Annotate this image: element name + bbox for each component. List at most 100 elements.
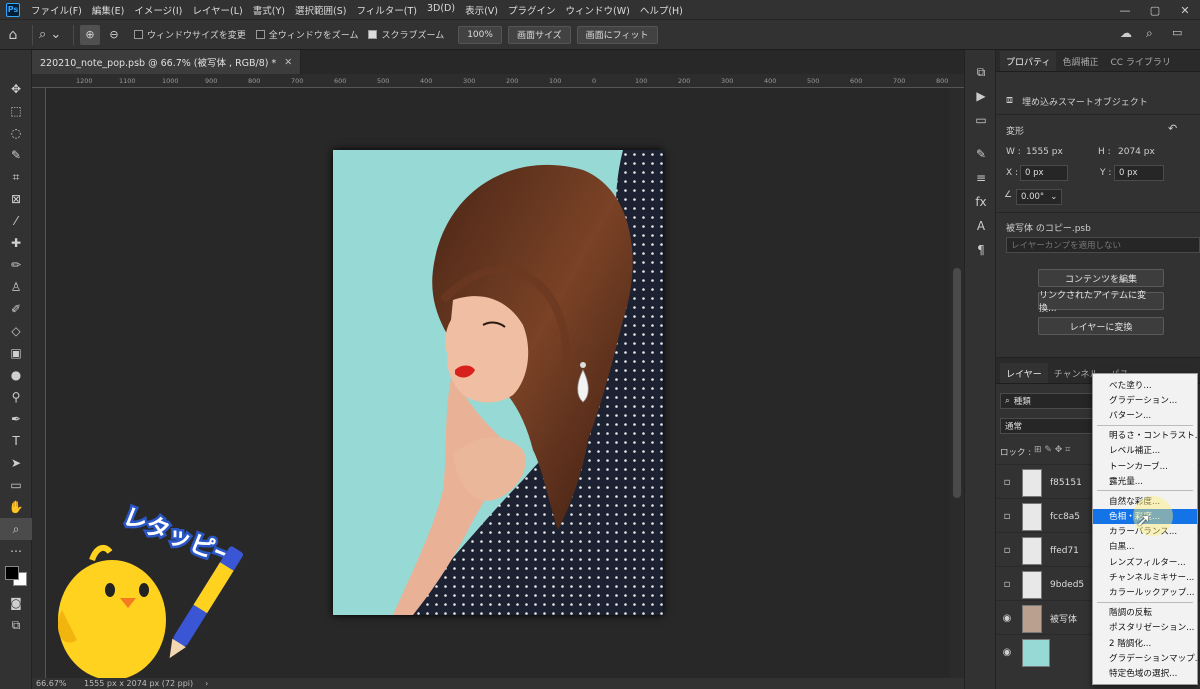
- menu-item[interactable]: レイヤー(L): [187, 3, 247, 17]
- screen-mode-icon[interactable]: ⧉: [0, 614, 32, 636]
- zoom-100-button[interactable]: 100%: [458, 25, 502, 44]
- paragraph-panel-icon[interactable]: ¶: [965, 238, 997, 262]
- menu-item[interactable]: 表示(V): [460, 3, 503, 17]
- adjustment-menu-item[interactable]: レベル補正...: [1093, 443, 1197, 458]
- tab-properties[interactable]: プロパティ: [1000, 51, 1057, 71]
- brush-settings-icon[interactable]: ✎: [965, 142, 997, 166]
- adjustment-menu-item[interactable]: 白黒...: [1093, 539, 1197, 554]
- x-position-field[interactable]: 0 px: [1020, 165, 1068, 181]
- menu-item[interactable]: 編集(E): [87, 3, 129, 17]
- eraser-tool-icon[interactable]: ◇: [0, 320, 32, 342]
- workspace-icon[interactable]: ▭: [1172, 26, 1182, 39]
- color-swatches[interactable]: [0, 562, 31, 592]
- zoom-tool-preset-icon[interactable]: ⌕ ⌄: [39, 27, 67, 42]
- zoom-level[interactable]: 66.67%: [32, 679, 84, 688]
- scrollbar-thumb[interactable]: [953, 268, 961, 498]
- edit-contents-button[interactable]: コンテンツを編集: [1038, 269, 1164, 287]
- path-selection-tool-icon[interactable]: ➤: [0, 452, 32, 474]
- type-tool-icon[interactable]: T: [0, 430, 32, 452]
- adjustment-menu-item[interactable]: 明るさ・コントラスト...: [1093, 428, 1200, 443]
- menu-item[interactable]: フィルター(T): [351, 3, 422, 17]
- fit-screen-button[interactable]: 画面にフィット: [576, 25, 658, 44]
- minimize-button[interactable]: —: [1110, 0, 1140, 20]
- crop-tool-icon[interactable]: ⌗: [0, 166, 32, 188]
- lasso-tool-icon[interactable]: ◌: [0, 122, 32, 144]
- dodge-tool-icon[interactable]: ⚲: [0, 386, 32, 408]
- vertical-scrollbar[interactable]: [950, 88, 964, 678]
- adjustment-menu-item[interactable]: チャンネルミキサー...: [1093, 569, 1197, 584]
- y-position-field[interactable]: 0 px: [1114, 165, 1164, 181]
- adjustment-menu-item[interactable]: 階調の反転: [1093, 605, 1197, 620]
- eyedropper-tool-icon[interactable]: ⁄: [0, 210, 32, 232]
- more-tools-icon[interactable]: ⋯: [0, 540, 32, 562]
- tab-adjustments[interactable]: 色調補正: [1056, 51, 1104, 71]
- blend-mode-select[interactable]: 通常: [1000, 418, 1094, 434]
- lock-icons[interactable]: ⊞ ✎ ✥ ⌗: [1034, 445, 1070, 455]
- move-tool-icon[interactable]: ✥: [0, 78, 32, 100]
- menu-item[interactable]: ウィンドウ(W): [561, 3, 635, 17]
- zoom-out-icon[interactable]: ⊖: [104, 25, 124, 45]
- status-arrow-icon[interactable]: ›: [205, 679, 208, 688]
- gradient-tool-icon[interactable]: ▣: [0, 342, 32, 364]
- layer-filter-select[interactable]: ⌕ 種類: [1000, 393, 1094, 409]
- character-panel-icon[interactable]: A: [965, 214, 997, 238]
- angle-field[interactable]: 0.00° ⌄: [1016, 189, 1062, 205]
- visibility-off-icon[interactable]: ▫: [996, 477, 1018, 488]
- comments-icon[interactable]: ▭: [965, 108, 997, 132]
- fx-icon[interactable]: fx: [965, 190, 997, 214]
- resize-windows-checkbox[interactable]: ウィンドウサイズを変更: [134, 28, 246, 41]
- menu-item[interactable]: ヘルプ(H): [635, 3, 688, 17]
- menu-item[interactable]: 書式(Y): [248, 3, 290, 17]
- adjustment-menu-item[interactable]: 特定色域の選択...: [1093, 665, 1197, 680]
- visibility-eye-icon[interactable]: ◉: [996, 647, 1018, 658]
- adjustment-menu-item[interactable]: カラールックアップ...: [1093, 584, 1197, 599]
- actions-play-icon[interactable]: ▶: [965, 84, 997, 108]
- zoom-tool-icon[interactable]: ⌕: [0, 518, 32, 540]
- pen-tool-icon[interactable]: ✒: [0, 408, 32, 430]
- quick-mask-icon[interactable]: ◙: [0, 592, 32, 614]
- adjustment-menu-item[interactable]: レンズフィルター...: [1093, 554, 1197, 569]
- fit-screen-size-button[interactable]: 画面サイズ: [507, 25, 571, 44]
- zoom-all-windows-checkbox[interactable]: 全ウィンドウをズーム: [255, 28, 358, 41]
- adjustments-sliders-icon[interactable]: ≡: [965, 166, 997, 190]
- adjustment-menu-item[interactable]: 露光量...: [1093, 473, 1197, 488]
- history-panel-icon[interactable]: ⧉: [965, 60, 997, 84]
- menu-item[interactable]: イメージ(I): [129, 3, 187, 17]
- healing-brush-tool-icon[interactable]: ✚: [0, 232, 32, 254]
- visibility-eye-icon[interactable]: ◉: [996, 613, 1018, 624]
- reset-transform-icon[interactable]: ↶: [1168, 122, 1177, 135]
- adjustment-menu-item[interactable]: グラデーションマップ...: [1093, 650, 1200, 665]
- document-tab[interactable]: 220210_note_pop.psb @ 66.7% (被写体 , RGB/8…: [32, 50, 302, 74]
- visibility-off-icon[interactable]: ▫: [996, 511, 1018, 522]
- layer-comp-select[interactable]: レイヤーカンプを適用しない: [1006, 237, 1200, 253]
- adjustment-menu-item[interactable]: パターン...: [1093, 407, 1197, 422]
- adjustment-menu-item[interactable]: べた塗り...: [1093, 377, 1197, 392]
- search-icon[interactable]: ⌕: [1146, 26, 1153, 41]
- blur-tool-icon[interactable]: ●: [0, 364, 32, 386]
- tab-cc-libraries[interactable]: CC ライブラリ: [1104, 51, 1176, 71]
- zoom-in-icon[interactable]: ⊕: [80, 24, 100, 45]
- foreground-color-swatch[interactable]: [5, 566, 19, 580]
- scrubby-zoom-checkbox[interactable]: スクラブズーム: [368, 28, 444, 41]
- clone-stamp-tool-icon[interactable]: ♙: [0, 276, 32, 298]
- menu-item[interactable]: 3D(D): [422, 3, 460, 17]
- adjustment-menu-item[interactable]: トーンカーブ...: [1093, 458, 1197, 473]
- close-tab-icon[interactable]: ✕: [284, 57, 292, 68]
- home-icon[interactable]: ⌂: [0, 27, 26, 43]
- adjustment-menu-item[interactable]: ポスタリゼーション...: [1093, 620, 1197, 635]
- brush-tool-icon[interactable]: ✏: [0, 254, 32, 276]
- close-window-button[interactable]: ✕: [1170, 0, 1200, 20]
- quick-selection-tool-icon[interactable]: ✎: [0, 144, 32, 166]
- menu-item[interactable]: ファイル(F): [26, 3, 87, 17]
- cloud-icon[interactable]: ☁: [1120, 26, 1132, 40]
- frame-tool-icon[interactable]: ⊠: [0, 188, 32, 210]
- menu-item[interactable]: プラグイン: [503, 3, 561, 17]
- tab-layers[interactable]: レイヤー: [1000, 363, 1048, 383]
- menu-item[interactable]: 選択範囲(S): [290, 3, 351, 17]
- adjustment-menu-item[interactable]: 2 階調化...: [1093, 635, 1197, 650]
- history-brush-tool-icon[interactable]: ✐: [0, 298, 32, 320]
- hand-tool-icon[interactable]: ✋: [0, 496, 32, 518]
- convert-to-linked-button[interactable]: リンクされたアイテムに変換...: [1038, 291, 1164, 314]
- maximize-button[interactable]: ▢: [1140, 0, 1170, 20]
- convert-to-layers-button[interactable]: レイヤーに変換: [1038, 317, 1164, 335]
